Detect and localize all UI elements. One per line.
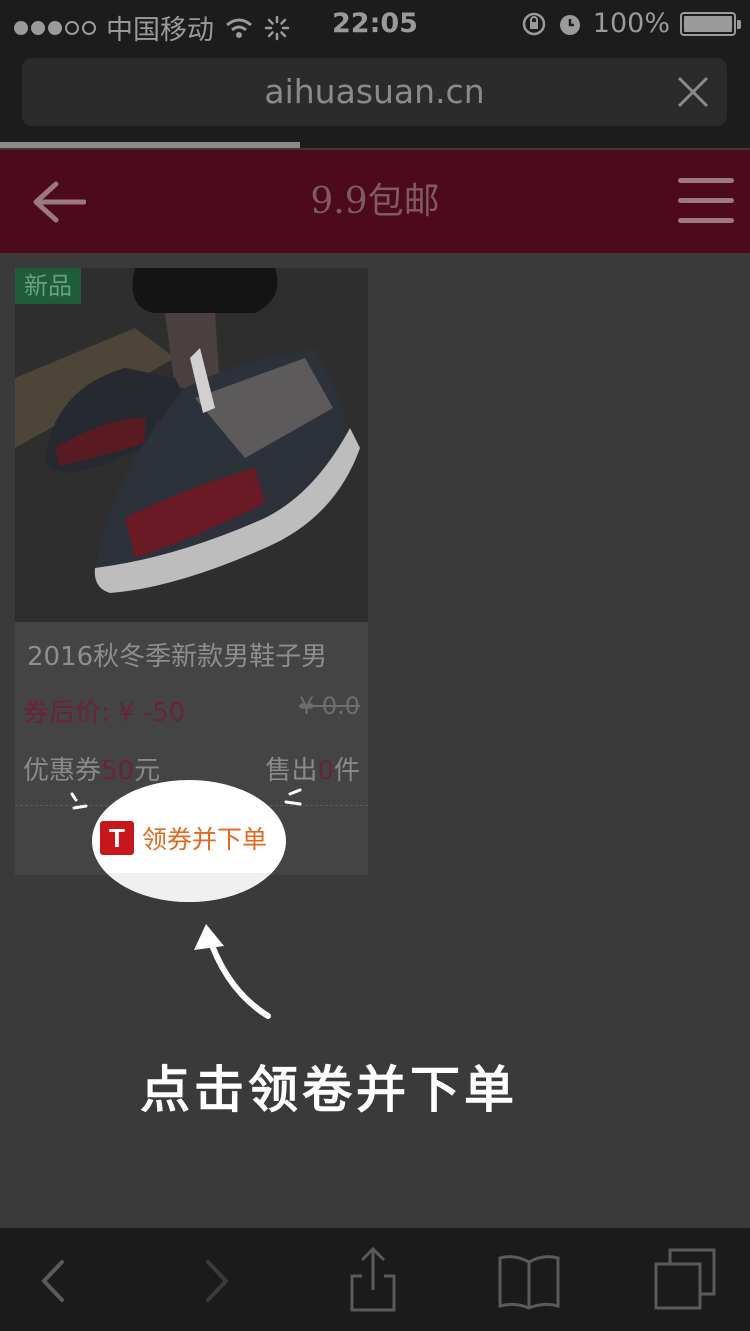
tmall-logo-icon: T xyxy=(100,821,134,855)
sneaker-image xyxy=(15,268,368,622)
browser-toolbar xyxy=(0,1228,750,1331)
coupon-suffix: 元 xyxy=(134,756,161,786)
instruction-hint: 点击领卷并下单 xyxy=(140,1061,518,1119)
status-bar: 中国移动 22:05 100% xyxy=(0,0,750,48)
product-image[interactable]: 新品 xyxy=(15,268,368,622)
sold-suffix: 件 xyxy=(333,756,360,786)
get-coupon-order-label: 领券并下单 xyxy=(142,825,268,854)
tabs-icon[interactable] xyxy=(652,1246,722,1316)
spotlight-strip xyxy=(92,873,286,902)
coupon-amount: 50 xyxy=(101,756,135,786)
product-name[interactable]: 2016秋冬季新款男鞋子男 xyxy=(27,636,327,673)
clear-icon[interactable] xyxy=(675,74,711,110)
lock-rotation-icon xyxy=(522,12,546,35)
pointer-arrow-icon xyxy=(194,924,271,1019)
coupon-prefix: 优惠券 xyxy=(23,756,102,786)
page-header: 9.9包邮 xyxy=(0,150,750,253)
sold-count: 售出0件 xyxy=(265,750,360,787)
status-right: 100% xyxy=(521,8,741,39)
get-coupon-order-button[interactable]: T 领券并下单 xyxy=(100,818,267,858)
sold-prefix: 售出 xyxy=(265,756,318,786)
battery-percent: 100% xyxy=(592,8,670,39)
alarm-icon xyxy=(559,14,580,35)
share-icon[interactable] xyxy=(338,1246,408,1316)
new-badge: 新品 xyxy=(15,268,81,304)
page-load-progress xyxy=(0,142,300,148)
url-text: aihuasuan.cn xyxy=(264,72,485,111)
sparkle-right-icon xyxy=(284,788,302,806)
nav-back-icon[interactable] xyxy=(22,1246,92,1316)
page-title: 9.9包邮 xyxy=(310,181,440,222)
coupon-button-spotlight[interactable]: T 领券并下单 xyxy=(92,780,286,902)
browser-address-area: aihuasuan.cn xyxy=(0,48,750,148)
sold-number: 0 xyxy=(317,756,334,786)
price-row: 券后价: ¥ -50 ¥ 0.0 xyxy=(23,692,360,732)
bookmarks-icon[interactable] xyxy=(494,1246,564,1316)
original-price: ¥ 0.0 xyxy=(298,692,360,720)
sparkle-left-icon xyxy=(70,792,88,810)
nav-forward-icon[interactable] xyxy=(180,1246,250,1316)
menu-icon[interactable] xyxy=(678,178,734,226)
price-after-coupon: 券后价: ¥ -50 xyxy=(23,698,186,728)
battery-icon xyxy=(680,11,741,36)
coupon-value: 优惠券50元 xyxy=(23,750,160,787)
url-bar[interactable]: aihuasuan.cn xyxy=(22,58,727,126)
